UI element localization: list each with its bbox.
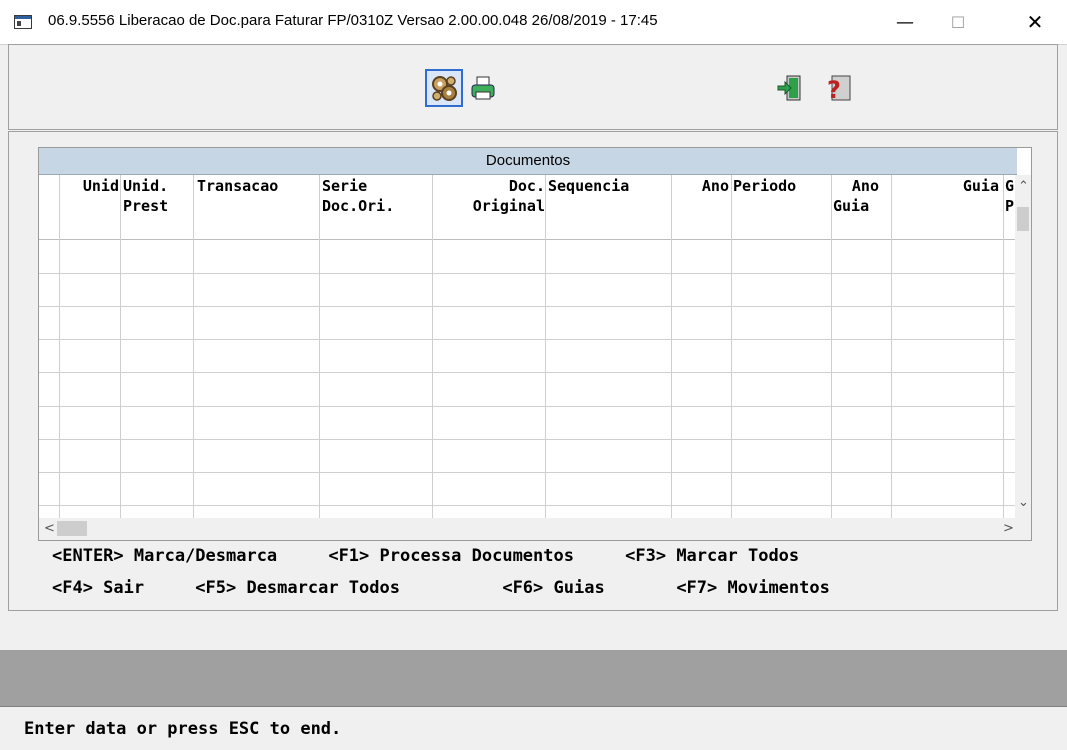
column-header-ano-guia[interactable]: Ano Guia [833,176,879,238]
column-header-line1: Unid. [123,177,169,195]
column-header-unid[interactable]: Unid [62,176,119,238]
function-keys-line2: <F4> Sair <F5> Desmarcar Todos <F6> Guia… [52,578,830,598]
vertical-scroll-thumb[interactable] [1017,207,1029,231]
svg-text:?: ? [827,76,841,103]
grid-column-divider [731,175,732,518]
header-divider [39,239,1017,240]
column-header-line2: Sequencia [548,177,630,195]
scroll-right-icon[interactable]: > [1003,521,1014,536]
grid-column-divider [1003,175,1004,518]
grid-column-divider [59,175,60,518]
window-title: 06.9.5556 Liberacao de Doc.para Faturar … [48,12,658,29]
column-header-line2: Periodo [733,177,797,195]
column-header-ano[interactable]: Ano [673,176,729,238]
maximize-button[interactable]: ☐ [935,0,981,44]
table-row[interactable] [39,406,1017,407]
exit-button[interactable] [771,69,809,107]
table-row[interactable] [39,505,1017,506]
status-message: Enter data or press ESC to end. [24,719,342,739]
toolbar: ? [8,44,1058,130]
exit-door-icon [777,75,801,101]
process-button[interactable] [425,69,463,107]
scroll-down-icon[interactable]: ⌄ [1018,495,1029,510]
column-header-periodo[interactable]: Periodo [733,176,831,238]
horizontal-scrollbar[interactable]: < > [39,518,1031,540]
grid-column-divider [545,175,546,518]
column-header-line2: Prest [123,197,169,215]
message-area [0,650,1067,706]
column-header-guia[interactable]: Guia [891,176,999,238]
column-header-line2: Ano [701,177,729,195]
table-row[interactable] [39,472,1017,473]
grid-column-divider [432,175,433,518]
grid-column-divider [193,175,194,518]
print-icon [471,76,495,100]
horizontal-scroll-thumb[interactable] [57,521,87,536]
status-bar: Enter data or press ESC to end. [0,706,1067,750]
column-header-transacao[interactable]: Transacao [197,176,319,238]
column-header-line1: Serie [322,177,368,195]
column-header-line1: Doc. [508,177,545,195]
table-row[interactable] [39,306,1017,307]
column-header-serie-doc-ori[interactable]: Serie Doc.Ori. [322,176,432,238]
table-row[interactable] [39,339,1017,340]
table-row[interactable] [39,372,1017,373]
grid-column-divider [120,175,121,518]
column-header-line2: Transacao [197,177,279,195]
close-button[interactable]: ✕ [1012,0,1058,44]
column-header-line2: Original [472,197,545,215]
browse-title: Documentos [39,148,1017,175]
help-icon: ? [827,75,851,103]
vertical-scrollbar[interactable]: ⌃ ⌄ [1015,175,1031,518]
column-header-doc-original[interactable]: Doc. Original [435,176,545,238]
grid-column-divider [891,175,892,518]
column-header-line2: Guia [833,197,870,215]
column-header-line2: Unid [82,177,119,195]
help-button[interactable]: ? [819,69,857,107]
column-header-line1: Ano [851,177,879,195]
table-row[interactable] [39,439,1017,440]
documents-browse[interactable]: Documentos Unid Unid. Prest Transacao Se… [38,147,1032,541]
column-header-unid-prest[interactable]: Unid. Prest [123,176,193,238]
app-icon [14,15,32,29]
grid-column-divider [831,175,832,518]
print-button[interactable] [464,69,502,107]
scroll-left-icon[interactable]: < [44,521,55,536]
process-gears-icon [432,76,457,101]
scroll-up-icon[interactable]: ⌃ [1018,179,1029,194]
function-keys-line1: <ENTER> Marca/Desmarca <F1> Processa Doc… [52,546,800,566]
column-header-sequencia[interactable]: Sequencia [548,176,670,238]
table-row[interactable] [39,273,1017,274]
grid-column-divider [319,175,320,518]
grid-column-divider [671,175,672,518]
column-header-line2: Doc.Ori. [322,197,395,215]
window-titlebar: 06.9.5556 Liberacao de Doc.para Faturar … [0,0,1067,45]
column-header-line2: Guia [962,177,999,195]
minimize-button[interactable]: — [882,0,928,44]
